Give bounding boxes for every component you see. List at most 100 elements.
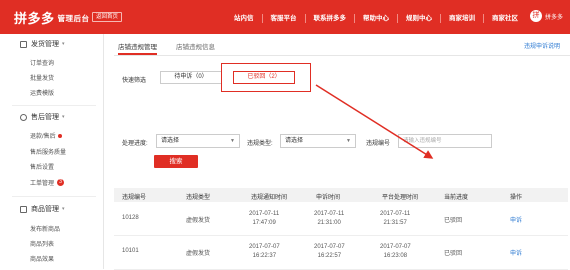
highlight-box (221, 63, 311, 92)
violation-id-input[interactable]: 请输入违规编号 (398, 134, 492, 148)
logo[interactable]: 拼多多 管理后台 (14, 8, 90, 27)
cell-time: 21:31:00 (317, 220, 341, 226)
cell-platform-time: 2017-07-07 16:23:08 (380, 243, 411, 261)
cell-appeal-time: 2017-07-07 16:22:57 (314, 243, 345, 261)
cell-date: 2017-07-11 (314, 211, 345, 217)
cell-time: 16:23:08 (383, 253, 408, 259)
top-nav: 站内信 客服平台 联系拼多多 帮助中心 规则中心 商家培训 商家社区 (226, 12, 526, 24)
sidebar-item-batch-ship[interactable]: 批量发货 (30, 73, 54, 82)
cell-notify-time: 2017-07-07 16:22:37 (249, 243, 280, 261)
sidebar-item-order-query[interactable]: 订单查询 (30, 58, 54, 67)
cell-violation-id: 10128 (122, 215, 139, 221)
sidebar-divider (12, 105, 96, 106)
logo-text: 拼多多 (14, 11, 55, 26)
sidebar-item-shipping-template[interactable]: 运费模版 (30, 88, 54, 97)
nav-rules-center[interactable]: 规则中心 (398, 13, 441, 23)
col-notify-time: 违规通知时间 (251, 195, 288, 201)
cell-appeal-time: 2017-07-11 21:31:00 (314, 210, 344, 228)
cell-violation-type: 虚假发货 (186, 218, 211, 224)
sidebar-section-aftersale[interactable]: 售后管理 ▾ (20, 112, 65, 122)
cell-violation-id: 10101 (122, 248, 139, 254)
sidebar-item-service-quality[interactable]: 售后服务质量 (30, 147, 66, 156)
col-violation-type: 违规类型 (186, 195, 211, 201)
aftersale-icon (20, 113, 27, 121)
filter-pending-appeal[interactable]: 待申诉（0） (160, 71, 222, 84)
nav-merchant-training[interactable]: 商家培训 (441, 13, 484, 23)
nav-contact[interactable]: 联系拼多多 (306, 13, 355, 23)
progress-label: 处理进度: (122, 141, 148, 147)
back-home-button[interactable]: 返回首页 (92, 12, 123, 22)
cell-time: 17:47:09 (252, 220, 276, 226)
avatar: 拼 (530, 10, 542, 22)
progress-select[interactable]: 请选择 ▼ (156, 134, 240, 148)
chevron-down-icon: ▾ (62, 206, 65, 212)
violation-type-value: 请选择 (285, 138, 304, 144)
sidebar-item-work-orders[interactable]: 工单管理 3 (30, 178, 65, 187)
sidebar-item-refund[interactable]: 退款/售后 (30, 131, 62, 140)
nav-help-center[interactable]: 帮助中心 (355, 13, 398, 23)
col-platform-time: 平台处理时间 (382, 195, 419, 201)
cell-time: 16:22:57 (317, 253, 342, 259)
sidebar-item-label: 退款/售后 (30, 134, 56, 140)
cell-date: 2017-07-11 (380, 211, 411, 217)
work-order-badge: 3 (57, 179, 65, 186)
col-status: 当前进度 (444, 195, 469, 201)
chevron-down-icon: ▾ (62, 114, 65, 120)
violation-type-select[interactable]: 请选择 ▼ (280, 134, 356, 148)
nav-merchant-community[interactable]: 商家社区 (484, 14, 526, 23)
sidebar-section-title: 发货管理 (31, 41, 59, 48)
table-header: 违规编号 违规类型 违规通知时间 申诉时间 平台处理时间 当前进度 操作 (114, 188, 568, 202)
cell-status: 已驳回 (444, 218, 463, 224)
sidebar-section-title: 商品管理 (31, 206, 59, 213)
username: 拼多多 (545, 14, 564, 21)
progress-select-value: 请选择 (161, 138, 180, 144)
col-action: 操作 (510, 195, 523, 201)
table-row: 10101 虚假发货 2017-07-07 16:22:37 2017-07-0… (114, 236, 568, 270)
chevron-down-icon: ▼ (346, 138, 351, 144)
bag-icon (20, 205, 27, 213)
box-icon (20, 40, 27, 48)
appeal-help-link[interactable]: 违规申诉说明 (524, 42, 560, 53)
cell-date: 2017-07-11 (249, 211, 280, 217)
chevron-down-icon: ▾ (62, 41, 65, 47)
sidebar-item-product-performance[interactable]: 商品效果 (30, 254, 54, 263)
sidebar-item-product-list[interactable]: 商品列表 (30, 239, 54, 248)
tab-violation-info[interactable]: 店铺违规信息 (176, 42, 215, 55)
quick-filter-label: 快速筛选 (122, 78, 147, 84)
col-appeal-time: 申诉时间 (316, 195, 341, 201)
nav-inbox[interactable]: 站内信 (226, 13, 263, 23)
tab-violation-management[interactable]: 店铺违规管理 (118, 42, 157, 55)
cell-date: 2017-07-07 (314, 244, 345, 250)
cell-platform-time: 2017-07-11 21:31:57 (380, 210, 410, 228)
chevron-down-icon: ▼ (230, 138, 235, 144)
cell-time: 21:31:57 (383, 220, 407, 226)
sidebar-section-shipping[interactable]: 发货管理 ▾ (20, 39, 65, 49)
logo-subtitle: 管理后台 (57, 14, 90, 23)
cell-notify-time: 2017-07-11 17:47:09 (249, 210, 279, 228)
user-menu[interactable]: 拼 拼多多 (530, 10, 563, 22)
nav-customer-service[interactable]: 客服平台 (263, 13, 306, 23)
cell-time: 16:22:37 (252, 253, 277, 259)
cell-status: 已驳回 (444, 251, 463, 257)
sidebar: 发货管理 ▾ 订单查询 批量发货 运费模版 售后管理 ▾ 退款/售后 售后服务质… (0, 34, 104, 269)
violation-id-label: 违规编号 (366, 141, 391, 147)
cell-date: 2017-07-07 (380, 244, 411, 250)
table-row: 10128 虚假发货 2017-07-11 17:47:09 2017-07-1… (114, 202, 568, 236)
main-content: 店铺违规管理 店铺违规信息 违规申诉说明 快速筛选 待申诉（0） 已驳回（2） … (104, 34, 570, 270)
tab-bar: 店铺违规管理 店铺违规信息 违规申诉说明 (114, 42, 570, 56)
cell-date: 2017-07-07 (249, 244, 280, 250)
sidebar-item-aftersale-settings[interactable]: 售后设置 (30, 162, 54, 171)
col-violation-id: 违规编号 (122, 195, 147, 201)
cell-violation-type: 虚假发货 (186, 251, 211, 257)
appeal-link[interactable]: 申诉 (510, 248, 522, 257)
sidebar-item-label: 工单管理 (30, 181, 55, 187)
sidebar-item-new-product[interactable]: 发布新商品 (30, 224, 60, 233)
violation-type-label: 违规类型: (247, 141, 273, 147)
notification-dot (57, 133, 62, 138)
search-button[interactable]: 搜索 (154, 155, 198, 168)
sidebar-section-products[interactable]: 商品管理 ▾ (20, 204, 65, 214)
appeal-link[interactable]: 申诉 (510, 215, 522, 224)
top-bar: 拼多多 管理后台 返回首页 站内信 客服平台 联系拼多多 帮助中心 规则中心 商家… (0, 0, 570, 34)
sidebar-section-title: 售后管理 (31, 114, 59, 121)
sidebar-divider (12, 196, 96, 197)
